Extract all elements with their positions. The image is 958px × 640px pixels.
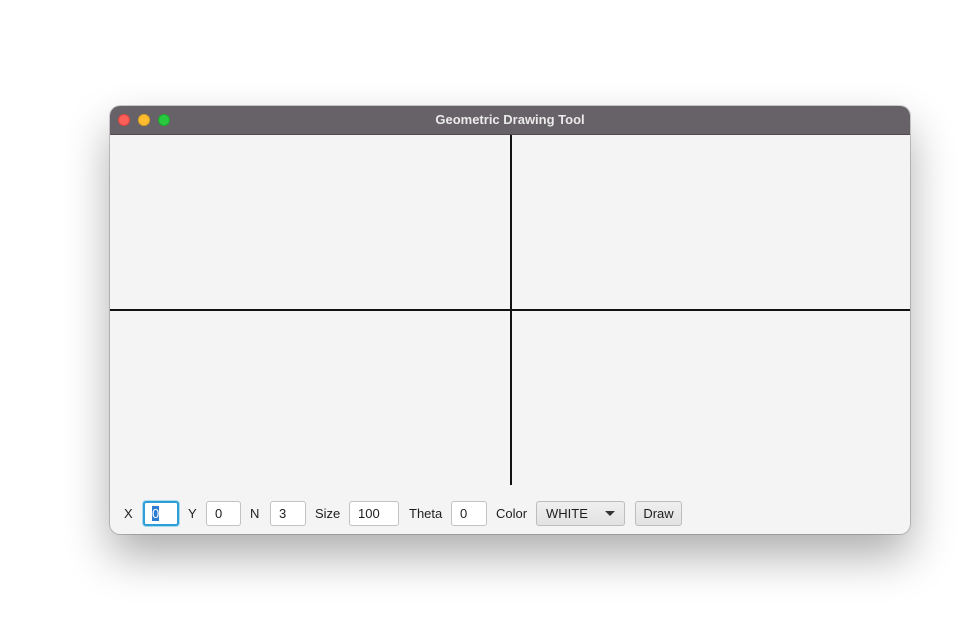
x-input-value: 0 xyxy=(152,506,160,521)
title-bar[interactable]: Geometric Drawing Tool xyxy=(110,106,910,135)
size-input[interactable]: 100 xyxy=(349,501,399,526)
app-window: Geometric Drawing Tool X 0 Y 0 N 3 Size … xyxy=(110,106,910,534)
drawing-canvas[interactable] xyxy=(110,135,910,485)
color-label: Color xyxy=(496,506,528,521)
n-input[interactable]: 3 xyxy=(270,501,306,526)
window-title: Geometric Drawing Tool xyxy=(435,112,585,127)
theta-input[interactable]: 0 xyxy=(451,501,487,526)
controls-bar: X 0 Y 0 N 3 Size 100 Theta 0 Color WHITE… xyxy=(110,500,910,528)
theta-label: Theta xyxy=(409,506,443,521)
size-label: Size xyxy=(315,506,341,521)
x-label: X xyxy=(124,506,133,521)
y-input[interactable]: 0 xyxy=(206,501,241,526)
color-dropdown[interactable]: WHITE xyxy=(536,501,625,526)
color-dropdown-value: WHITE xyxy=(546,506,588,521)
n-label: N xyxy=(250,506,260,521)
x-input[interactable]: 0 xyxy=(143,501,179,526)
chevron-down-icon xyxy=(605,511,615,516)
y-label: Y xyxy=(188,506,197,521)
draw-button[interactable]: Draw xyxy=(635,501,682,526)
horizontal-axis-line xyxy=(110,309,910,311)
